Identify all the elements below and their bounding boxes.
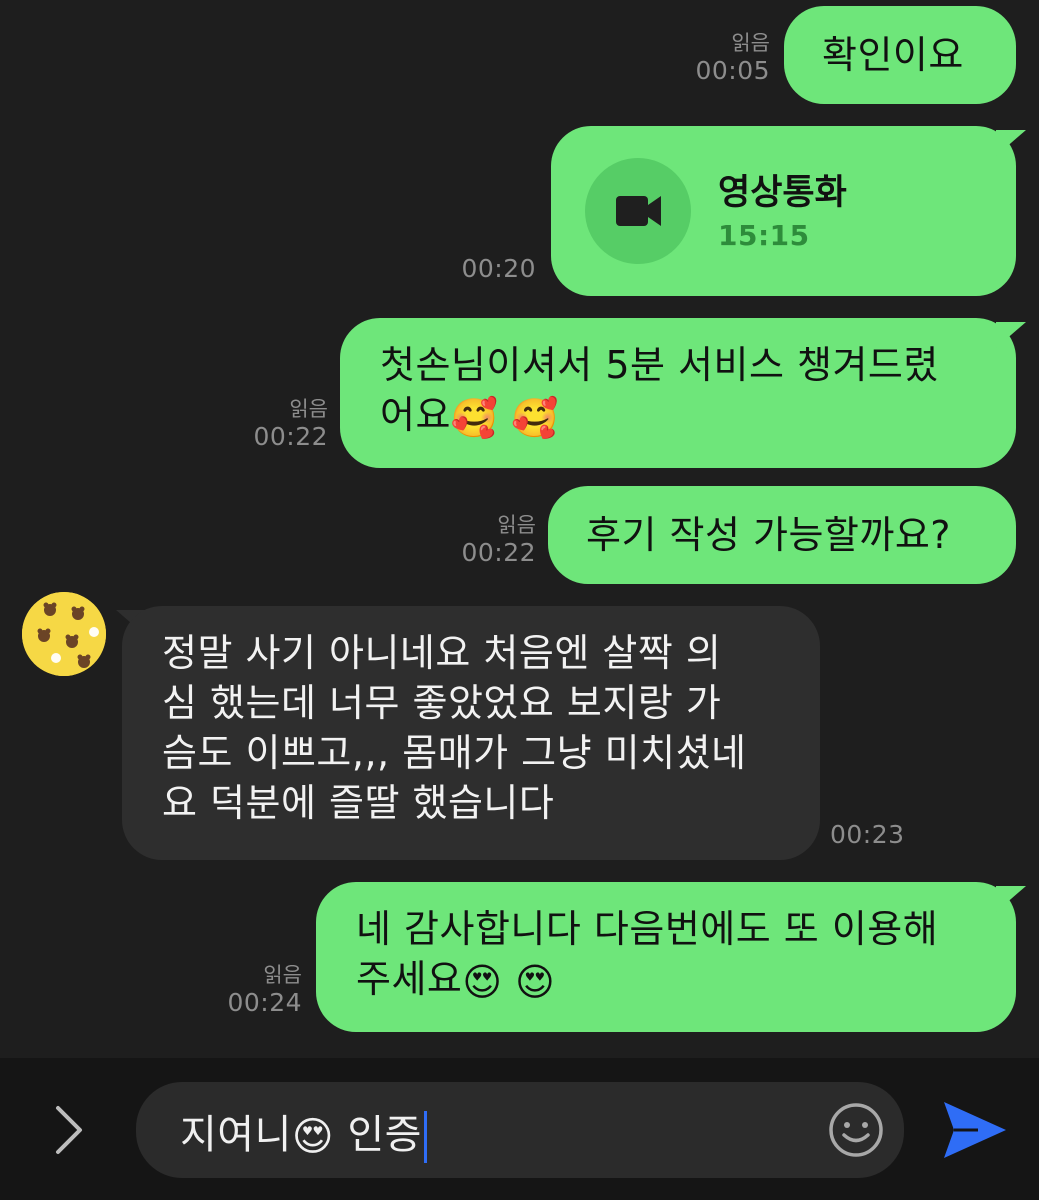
outgoing-message-bubble[interactable]: 네 감사합니다 다음번에도 또 이용해 주세요😍 😍 xyxy=(316,882,1016,1032)
read-receipt: 읽음 xyxy=(289,397,328,421)
text-caret xyxy=(423,1111,427,1163)
chevron-right-icon xyxy=(56,1106,82,1154)
bubble-tail xyxy=(996,886,1026,912)
call-title: 영상통화 xyxy=(718,173,847,213)
message-time: 00:22 xyxy=(253,422,328,451)
message-meta: 읽음 00:05 xyxy=(680,30,770,86)
read-receipt: 읽음 xyxy=(263,963,302,987)
video-camera-icon xyxy=(616,196,661,226)
message-text: 첫손님이셔서 5분 서비스 챙겨드렸 xyxy=(380,343,939,387)
bubble-tail xyxy=(996,322,1026,348)
video-call-bubble[interactable]: 영상통화 15:15 xyxy=(551,126,1016,296)
message-text: 슴도 이쁘고,,, 몸매가 그냥 미치셨네 xyxy=(162,731,747,775)
video-call-icon-circle xyxy=(585,158,691,264)
message-time: 00:24 xyxy=(227,988,302,1017)
message-text: 정말 사기 아니네요 처음엔 살짝 의 xyxy=(162,631,722,675)
bubble-tail xyxy=(996,130,1026,156)
composer-bar: 지여니😍 인증 xyxy=(0,1058,1039,1200)
message-time: 00:05 xyxy=(695,56,770,85)
message-text: 어요 xyxy=(380,393,451,437)
smiling-hearts-emoji: 🥰 xyxy=(511,395,560,440)
smiling-hearts-emoji: 🥰 xyxy=(450,395,499,440)
heart-eyes-emoji: 😍 xyxy=(515,959,556,1004)
message-text: 주세요 xyxy=(356,957,463,1001)
message-text-line2: 주세요😍 😍 xyxy=(356,954,1016,1004)
input-text-before: 지여니 xyxy=(180,1112,292,1158)
input-text: 지여니😍 인증 xyxy=(180,1102,427,1163)
message-text: 네 감사합니다 다음번에도 또 이용해 xyxy=(356,907,939,951)
outgoing-message-bubble[interactable]: 후기 작성 가능할까요? xyxy=(548,486,1016,584)
input-text-after: 인증 xyxy=(347,1112,422,1158)
message-meta: 읽음 00:22 xyxy=(236,396,328,452)
message-text-line2: 어요🥰 🥰 xyxy=(380,390,1016,440)
message-meta: 00:20 xyxy=(440,254,536,284)
heart-eyes-emoji: 😍 xyxy=(291,1114,335,1160)
heart-eyes-emoji: 😍 xyxy=(462,959,503,1004)
expand-button[interactable] xyxy=(40,1098,96,1162)
outgoing-message-bubble[interactable]: 확인이요 xyxy=(784,6,1016,104)
read-receipt: 읽음 xyxy=(497,513,536,537)
message-text: 후기 작성 가능할까요? xyxy=(586,513,951,557)
incoming-message-bubble[interactable]: 정말 사기 아니네요 처음엔 살짝 의 심 했는데 너무 좋았었요 보지랑 가 … xyxy=(122,606,820,860)
message-time: 00:23 xyxy=(830,820,905,849)
outgoing-message-bubble[interactable]: 첫손님이셔서 5분 서비스 챙겨드렸 어요🥰 🥰 xyxy=(340,318,1016,468)
message-time: 00:22 xyxy=(461,538,536,567)
message-input[interactable]: 지여니😍 인증 xyxy=(136,1082,904,1178)
send-button[interactable] xyxy=(938,1094,1010,1166)
message-meta: 읽음 00:22 xyxy=(440,512,536,568)
bear-pattern-avatar-icon xyxy=(22,592,106,676)
message-text: 확인이요 xyxy=(822,33,964,77)
message-text: 요 덕분에 즐딸 했습니다 xyxy=(162,781,555,825)
avatar[interactable] xyxy=(22,592,106,676)
message-meta: 00:23 xyxy=(830,820,914,850)
send-icon xyxy=(944,1102,1006,1158)
sticker-button[interactable] xyxy=(826,1100,886,1160)
message-meta: 읽음 00:24 xyxy=(210,962,302,1018)
message-text: 심 했는데 너무 좋았었요 보지랑 가 xyxy=(162,681,722,725)
smiley-icon xyxy=(829,1103,883,1157)
read-receipt: 읽음 xyxy=(731,31,770,55)
message-time: 00:20 xyxy=(461,254,536,283)
call-duration: 15:15 xyxy=(718,219,810,252)
